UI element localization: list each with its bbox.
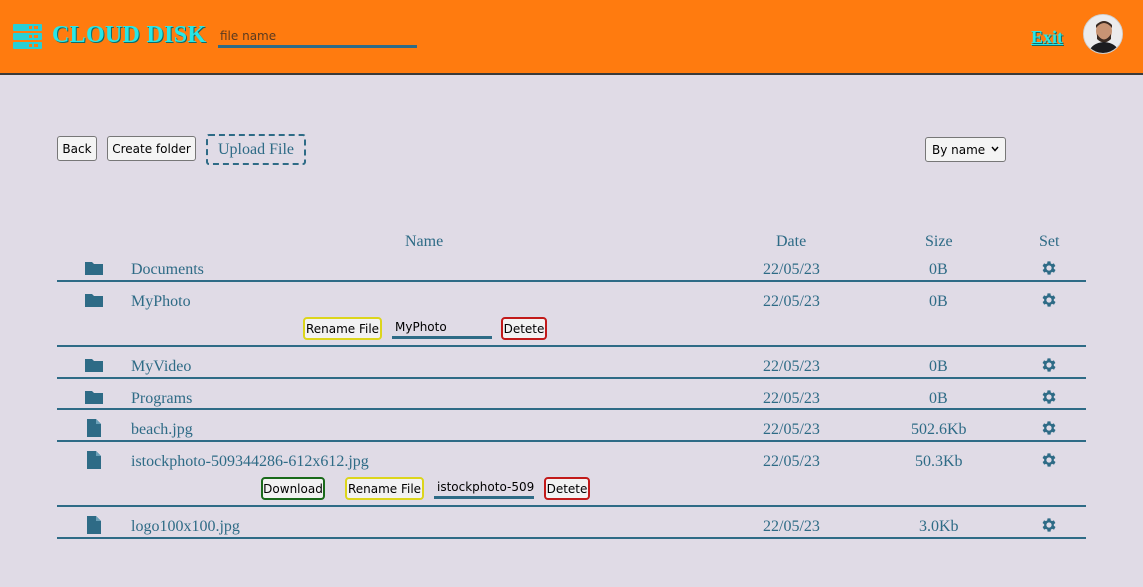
file-name[interactable]: Documents [131, 261, 204, 279]
download-button[interactable]: Download [261, 477, 325, 500]
gear-icon[interactable] [1040, 259, 1058, 277]
row-divider [57, 345, 1086, 347]
back-button[interactable]: Back [57, 136, 97, 161]
gear-icon[interactable] [1040, 516, 1058, 534]
gear-icon[interactable] [1040, 451, 1058, 469]
file-icon [87, 516, 101, 534]
sort-select[interactable]: By name [925, 137, 1006, 162]
file-date: 22/05/23 [763, 453, 820, 470]
file-size: 50.3Kb [915, 453, 963, 470]
rename-input[interactable] [392, 317, 492, 339]
file-name[interactable]: MyVideo [131, 358, 191, 376]
column-header-size: Size [925, 233, 953, 250]
row-divider [57, 377, 1086, 379]
row-divider [57, 280, 1086, 282]
row-divider [57, 440, 1086, 442]
delete-button[interactable]: Detete [501, 317, 547, 340]
user-photo-icon [1084, 15, 1122, 53]
file-icon [87, 451, 101, 469]
exit-link[interactable]: Exit [1031, 27, 1063, 48]
file-name[interactable]: istockphoto-509344286-612x612.jpg [131, 453, 369, 471]
app-title: CLOUD DISK [52, 22, 207, 48]
column-header-name: Name [405, 233, 444, 250]
rename-file-button[interactable]: Rename File [345, 477, 424, 500]
file-date: 22/05/23 [763, 421, 820, 438]
row-divider [57, 537, 1086, 539]
sort-selected-value: By name [932, 142, 986, 157]
file-size: 502.6Kb [911, 421, 967, 438]
gear-icon[interactable] [1040, 291, 1058, 309]
file-date: 22/05/23 [763, 518, 820, 535]
upload-file-button[interactable]: Upload File [206, 134, 306, 165]
search-input[interactable] [218, 26, 417, 48]
file-size: 0B [929, 261, 948, 278]
server-icon [13, 24, 42, 50]
file-name[interactable]: Programs [131, 390, 192, 408]
file-date: 22/05/23 [763, 358, 820, 375]
avatar[interactable] [1083, 14, 1123, 54]
file-name[interactable]: logo100x100.jpg [131, 518, 240, 536]
column-header-date: Date [776, 233, 807, 250]
folder-icon [85, 262, 103, 275]
delete-button[interactable]: Detete [544, 477, 590, 500]
file-date: 22/05/23 [763, 261, 820, 278]
create-folder-button[interactable]: Create folder [107, 136, 196, 161]
file-icon [87, 419, 101, 437]
gear-icon[interactable] [1040, 356, 1058, 374]
file-date: 22/05/23 [763, 293, 820, 310]
folder-icon [85, 294, 103, 307]
chevron-down-icon [991, 146, 999, 152]
file-name[interactable]: MyPhoto [131, 293, 191, 311]
row-divider [57, 505, 1086, 507]
gear-icon[interactable] [1040, 419, 1058, 437]
column-header-set: Set [1039, 233, 1060, 250]
file-size: 0B [929, 390, 948, 407]
row-divider [57, 408, 1086, 410]
rename-file-button[interactable]: Rename File [303, 317, 382, 340]
file-size: 0B [929, 293, 948, 310]
gear-icon[interactable] [1040, 388, 1058, 406]
file-size: 3.0Kb [919, 518, 959, 535]
file-size: 0B [929, 358, 948, 375]
file-name[interactable]: beach.jpg [131, 421, 193, 439]
app-header: CLOUD DISK Exit [0, 0, 1143, 75]
file-date: 22/05/23 [763, 390, 820, 407]
rename-input[interactable] [434, 477, 534, 499]
folder-icon [85, 359, 103, 372]
folder-icon [85, 391, 103, 404]
